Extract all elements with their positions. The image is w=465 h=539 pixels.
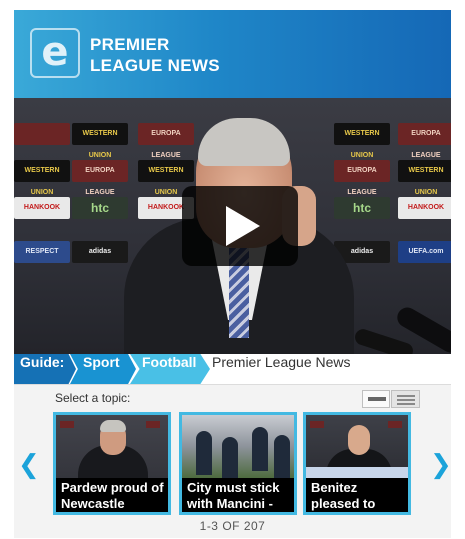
thumb-sponsor xyxy=(60,421,74,428)
list-view-icon xyxy=(397,403,415,405)
sponsor-board: adidas xyxy=(72,241,128,263)
grid-view-button[interactable] xyxy=(362,390,390,408)
topic-thumbnail xyxy=(306,415,408,479)
sponsor-board: htc xyxy=(334,197,390,219)
page-title-line2: LEAGUE NEWS xyxy=(90,56,220,75)
topic-thumbnail xyxy=(182,415,294,481)
breadcrumb-football[interactable]: Football xyxy=(130,354,210,384)
view-toggle xyxy=(362,390,420,408)
sponsor-board: WESTERN UNION xyxy=(398,160,451,196)
list-view-icon xyxy=(397,399,415,401)
next-arrow-icon[interactable]: ❯ xyxy=(430,450,452,480)
sponsor-board: EUROPA LEAGUE xyxy=(138,123,194,159)
topic-card[interactable]: Pardew proud of Newcastle xyxy=(53,412,171,515)
list-view-icon xyxy=(397,395,415,397)
sponsor-board xyxy=(14,123,70,145)
topic-caption: Pardew proud of Newcastle xyxy=(56,478,168,512)
thumb-figure xyxy=(274,435,290,479)
breadcrumb-guide[interactable]: Guide: xyxy=(14,354,76,384)
thumb-sponsor xyxy=(388,421,402,428)
topic-caption: City must stick with Mancini - xyxy=(182,478,294,512)
sponsor-board: HANKOOK xyxy=(398,197,451,219)
thumb-figure xyxy=(196,431,212,475)
topic-card[interactable]: Benitez pleased to xyxy=(303,412,411,515)
thumb-figure xyxy=(252,427,268,471)
breadcrumb: Guide: Sport Football Premier League New… xyxy=(14,354,451,385)
sponsor-board: WESTERN UNION xyxy=(138,160,194,196)
logo: e xyxy=(30,28,80,78)
sponsor-board: WESTERN UNION xyxy=(334,123,390,159)
page-title: PREMIER LEAGUE NEWS xyxy=(90,34,220,76)
play-icon xyxy=(226,206,260,246)
page-title-line1: PREMIER xyxy=(90,35,170,54)
sponsor-board: EUROPA LEAGUE xyxy=(334,160,390,196)
thumb-desk xyxy=(306,467,408,478)
grid-view-icon xyxy=(380,397,386,401)
breadcrumb-current: Premier League News xyxy=(212,354,351,370)
breadcrumb-sport[interactable]: Sport xyxy=(70,354,136,384)
sponsor-board: EUROPA LEAGUE xyxy=(398,123,451,159)
topic-thumbnail xyxy=(56,415,168,485)
sponsor-board: WESTERN UNION xyxy=(14,160,70,196)
play-button[interactable] xyxy=(182,186,298,266)
sponsor-board: EUROPA LEAGUE xyxy=(72,160,128,196)
video-player[interactable]: WESTERN UNION EUROPA LEAGUE WESTERN UNIO… xyxy=(14,98,451,354)
sponsor-board: RESPECT xyxy=(14,241,70,263)
thumb-sponsor xyxy=(310,421,324,428)
thumb-sponsor xyxy=(146,421,160,428)
sponsor-board: HANKOOK xyxy=(14,197,70,219)
topic-label: Select a topic: xyxy=(55,391,131,405)
pagination-status: 1-3 OF 207 xyxy=(199,519,266,533)
sponsor-board: WESTERN UNION xyxy=(72,123,128,159)
topic-card[interactable]: City must stick with Mancini - xyxy=(179,412,297,515)
thumb-figure-head xyxy=(348,425,370,455)
list-view-button[interactable] xyxy=(391,390,420,408)
thumb-figure-hair xyxy=(100,420,126,432)
news-widget: e PREMIER LEAGUE NEWS WESTERN UNION EURO… xyxy=(14,10,452,538)
topic-caption: Benitez pleased to xyxy=(306,478,408,512)
thumb-figure xyxy=(222,437,238,481)
header-banner: e PREMIER LEAGUE NEWS xyxy=(14,10,451,98)
sponsor-board: UEFA.com xyxy=(398,241,451,263)
sponsor-board: htc xyxy=(72,197,128,219)
logo-letter: e xyxy=(41,29,69,75)
prev-arrow-icon[interactable]: ❮ xyxy=(18,450,40,480)
